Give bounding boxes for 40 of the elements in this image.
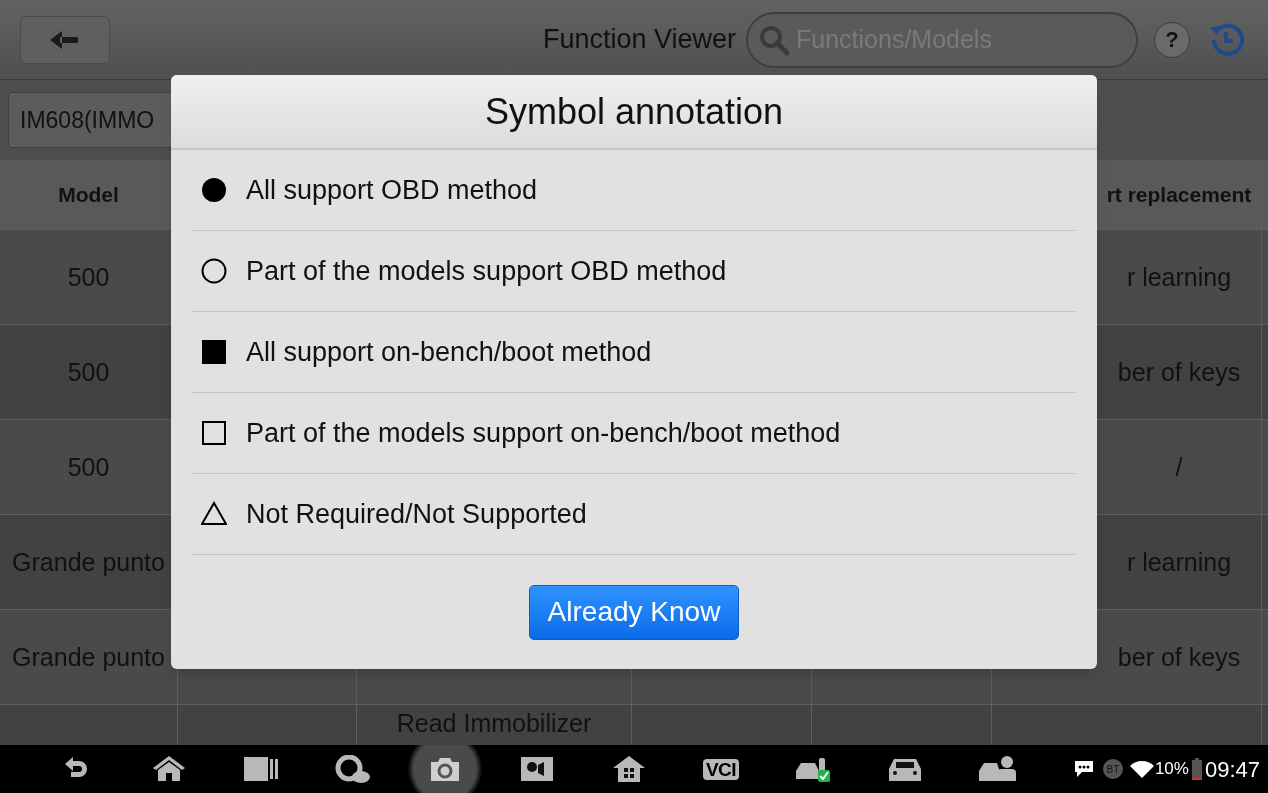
- wifi-icon: [1128, 759, 1155, 779]
- clock: 09:47: [1204, 755, 1260, 784]
- cloud-icon: [335, 755, 371, 783]
- back-button[interactable]: [20, 15, 110, 64]
- mechanic-car-icon: [977, 755, 1017, 783]
- recent-apps-icon: [242, 755, 280, 783]
- table-cell: ber of keys: [1117, 644, 1241, 670]
- message-icon: [1072, 760, 1095, 778]
- hollow-circle-icon: [201, 258, 227, 284]
- legend-text: All support OBD method: [246, 173, 538, 207]
- page-title: Function Viewer: [542, 23, 736, 57]
- home-icon: [151, 755, 187, 783]
- legend-text: Not Required/Not Supported: [246, 497, 587, 531]
- search-icon: [758, 23, 790, 56]
- table-cell: 500: [67, 264, 110, 290]
- legend-text: All support on-bench/boot method: [246, 335, 652, 369]
- nav-button[interactable]: VCI: [675, 745, 767, 793]
- help-button[interactable]: ?: [1154, 21, 1190, 58]
- legend-text: Part of the models support on-bench/boot method: [246, 416, 841, 450]
- battery-percentage: 10%: [1154, 758, 1189, 781]
- table-cell: /: [1175, 454, 1183, 480]
- house-icon: [612, 755, 646, 783]
- hollow-square-icon: [201, 420, 227, 446]
- legend-text: Part of the models support OBD method: [246, 254, 727, 288]
- table-cell: Grande punto: [12, 644, 165, 670]
- dialog-title: Symbol annotation: [484, 89, 784, 134]
- filled-circle-icon: [201, 177, 227, 203]
- car-key-icon: [793, 755, 833, 783]
- already-know-button[interactable]: Already Know: [529, 584, 739, 640]
- camera-icon: [429, 755, 461, 783]
- vci-label: VCI: [702, 758, 740, 780]
- table-cell: r learning: [1126, 264, 1232, 290]
- column-header: Model: [58, 184, 119, 205]
- triangle-icon: [201, 501, 227, 527]
- table-cell: 500: [67, 454, 110, 480]
- column-header: rt replacement: [1106, 184, 1252, 205]
- filled-square-icon: [201, 339, 227, 365]
- display-settings-icon: [520, 755, 554, 783]
- bluetooth-status: BT: [1102, 759, 1123, 779]
- battery-icon: [1190, 758, 1203, 780]
